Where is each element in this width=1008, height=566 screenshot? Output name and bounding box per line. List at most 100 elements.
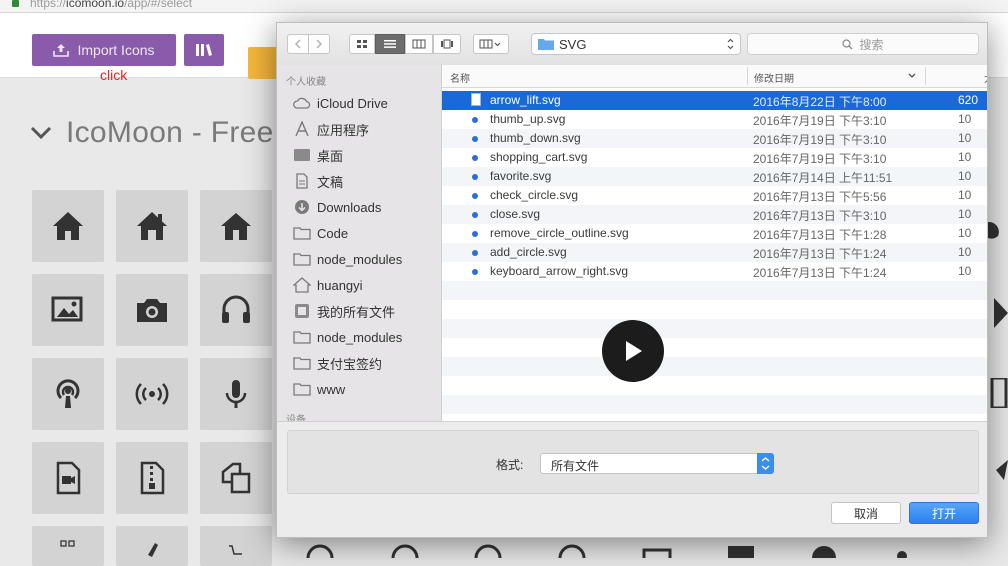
copy-icon-tile[interactable] (200, 442, 272, 514)
folder-icon (293, 357, 311, 370)
chevron-down-icon[interactable] (30, 126, 52, 140)
all-files-icon (295, 304, 309, 318)
mic-icon-tile[interactable] (200, 358, 272, 430)
file-row[interactable]: arrow_lift.svg 2016年8月22日 下午8:00 620 字 (442, 91, 987, 123)
file-size: 10 (958, 207, 972, 221)
sidebar-item-node-modules[interactable]: node_modules (293, 248, 402, 270)
library-button[interactable] (184, 34, 224, 66)
downloads-icon (295, 200, 309, 214)
url-text[interactable]: https://icomoon.io/app/#/select (30, 0, 192, 10)
column-name[interactable]: 名称 (450, 70, 470, 85)
url-prefix: https:// (30, 0, 67, 10)
file-size: 10 (958, 169, 972, 183)
sidebar-item-icloud[interactable]: iCloud Drive (293, 92, 388, 114)
column-modified[interactable]: 修改日期 (754, 70, 794, 85)
folder-icon (293, 253, 311, 266)
folder-icon (293, 331, 311, 344)
file-row[interactable]: keyboard_arrow_right.svg 2016年7月13日 下午1:… (442, 262, 987, 281)
sidebar-item-node-modules-2[interactable]: node_modules (293, 326, 402, 348)
gallery-view-button[interactable] (433, 34, 461, 54)
cloud-icon (293, 97, 311, 109)
chevron-left-icon (294, 39, 301, 49)
folder-icon (293, 227, 311, 240)
file-date: 2016年7月19日 下午3:10 (753, 114, 887, 128)
sidebar-item-label: 桌面 (317, 148, 344, 164)
chevron-right-icon (316, 39, 323, 49)
sidebar-item-alipay[interactable]: 支付宝签约 (293, 352, 382, 374)
column-view-button[interactable] (405, 34, 433, 54)
file-size: 10 (958, 264, 972, 278)
sidebar-item-www[interactable]: www (293, 378, 345, 400)
home2-icon-tile[interactable] (116, 190, 188, 262)
arrange-button[interactable] (473, 34, 509, 54)
film-icon-tile[interactable] (32, 442, 104, 514)
radio-icon-tile[interactable] (116, 358, 188, 430)
column-size[interactable]: 大 (984, 70, 987, 85)
selection-tool-button[interactable] (248, 47, 278, 79)
file-row[interactable]: favorite.svg 2016年7月14日 上午11:51 10 (442, 167, 987, 186)
cancel-button[interactable]: 取消 (831, 502, 901, 524)
file-date: 2016年7月13日 下午1:28 (753, 228, 887, 242)
forward-button[interactable] (308, 34, 330, 54)
arrange-grid-icon (479, 39, 501, 49)
column-separator[interactable] (747, 67, 748, 85)
home3-icon (221, 213, 251, 240)
open-button[interactable]: 打开 (909, 502, 979, 524)
partial-icon (994, 298, 1008, 328)
zip-icon (140, 461, 165, 495)
folder-selector[interactable]: SVG (531, 33, 741, 55)
import-icons-button[interactable]: Import Icons (32, 34, 176, 66)
file-date: 2016年8月22日 下午8:00 (753, 95, 887, 109)
file-row[interactable]: check_circle.svg 2016年7月13日 下午5:56 10 (442, 186, 987, 205)
file-name: keyboard_arrow_right.svg (490, 264, 629, 278)
file-list: 名称 修改日期 大 arrow_lift.svg 2016年8月22日 下午8:… (442, 65, 987, 421)
sidebar-item-all-files[interactable]: 我的所有文件 (293, 300, 395, 322)
qrcode-icon (60, 540, 75, 547)
cart-icon-tile[interactable] (200, 526, 272, 566)
file-row[interactable]: thumb_up.svg 2016年7月19日 下午3:10 10 (442, 110, 987, 129)
empty-row (442, 395, 987, 414)
podcast-icon-tile[interactable] (32, 358, 104, 430)
file-name: add_circle.svg (490, 245, 567, 259)
columns-view-icon (412, 39, 426, 49)
home3-icon-tile[interactable] (200, 190, 272, 262)
home-icon-tile[interactable] (32, 190, 104, 262)
file-row[interactable]: close.svg 2016年7月13日 下午3:10 10 (442, 205, 987, 224)
sidebar-item-documents[interactable]: 文稿 (293, 170, 343, 192)
camera-icon-tile[interactable] (116, 274, 188, 346)
file-row[interactable]: shopping_cart.svg 2016年7月19日 下午3:10 10 (442, 148, 987, 167)
column-separator[interactable] (925, 67, 926, 85)
file-bullet-icon (472, 155, 478, 161)
qrcode-icon-tile[interactable] (32, 526, 104, 566)
headphones-icon-tile[interactable] (200, 274, 272, 346)
svg-file-icon (471, 93, 481, 106)
image-icon-tile[interactable] (32, 274, 104, 346)
back-button[interactable] (287, 34, 309, 54)
upload-icon (53, 44, 70, 57)
file-size: 10 (958, 112, 972, 126)
dialog-footer: 格式: 所有文件 取消 打开 (277, 421, 987, 537)
file-row[interactable]: add_circle.svg 2016年7月13日 下午1:24 10 (442, 243, 987, 262)
list-view-button[interactable] (375, 34, 405, 54)
sidebar-item-code[interactable]: Code (293, 222, 348, 244)
sidebar-item-applications[interactable]: 应用程序 (293, 118, 369, 140)
sort-chevron-icon[interactable] (908, 73, 916, 79)
icon-view-button[interactable] (349, 34, 375, 54)
search-input[interactable]: 搜索 (747, 33, 979, 55)
file-size: 10 (958, 150, 972, 164)
hammer-icon-tile[interactable] (116, 526, 188, 566)
file-bullet-icon (472, 136, 478, 142)
video-play-button[interactable] (602, 320, 664, 382)
format-select[interactable]: 所有文件 (540, 453, 774, 474)
film-icon (56, 461, 81, 495)
icon-set-header[interactable]: IcoMoon - Free (30, 116, 274, 150)
file-row[interactable]: thumb_down.svg 2016年7月19日 下午3:10 10 (442, 129, 987, 148)
browser-url-bar[interactable]: https://icomoon.io/app/#/select (0, 0, 1008, 13)
sidebar-item-huangyi[interactable]: huangyi (293, 274, 363, 296)
sidebar-item-downloads[interactable]: Downloads (293, 196, 381, 218)
zip-icon-tile[interactable] (116, 442, 188, 514)
sidebar-item-label: 我的所有文件 (317, 304, 396, 320)
sidebar-item-desktop[interactable]: 桌面 (293, 144, 343, 166)
file-date: 2016年7月19日 下午3:10 (753, 133, 887, 147)
file-row[interactable]: remove_circle_outline.svg 2016年7月13日 下午1… (442, 224, 987, 243)
